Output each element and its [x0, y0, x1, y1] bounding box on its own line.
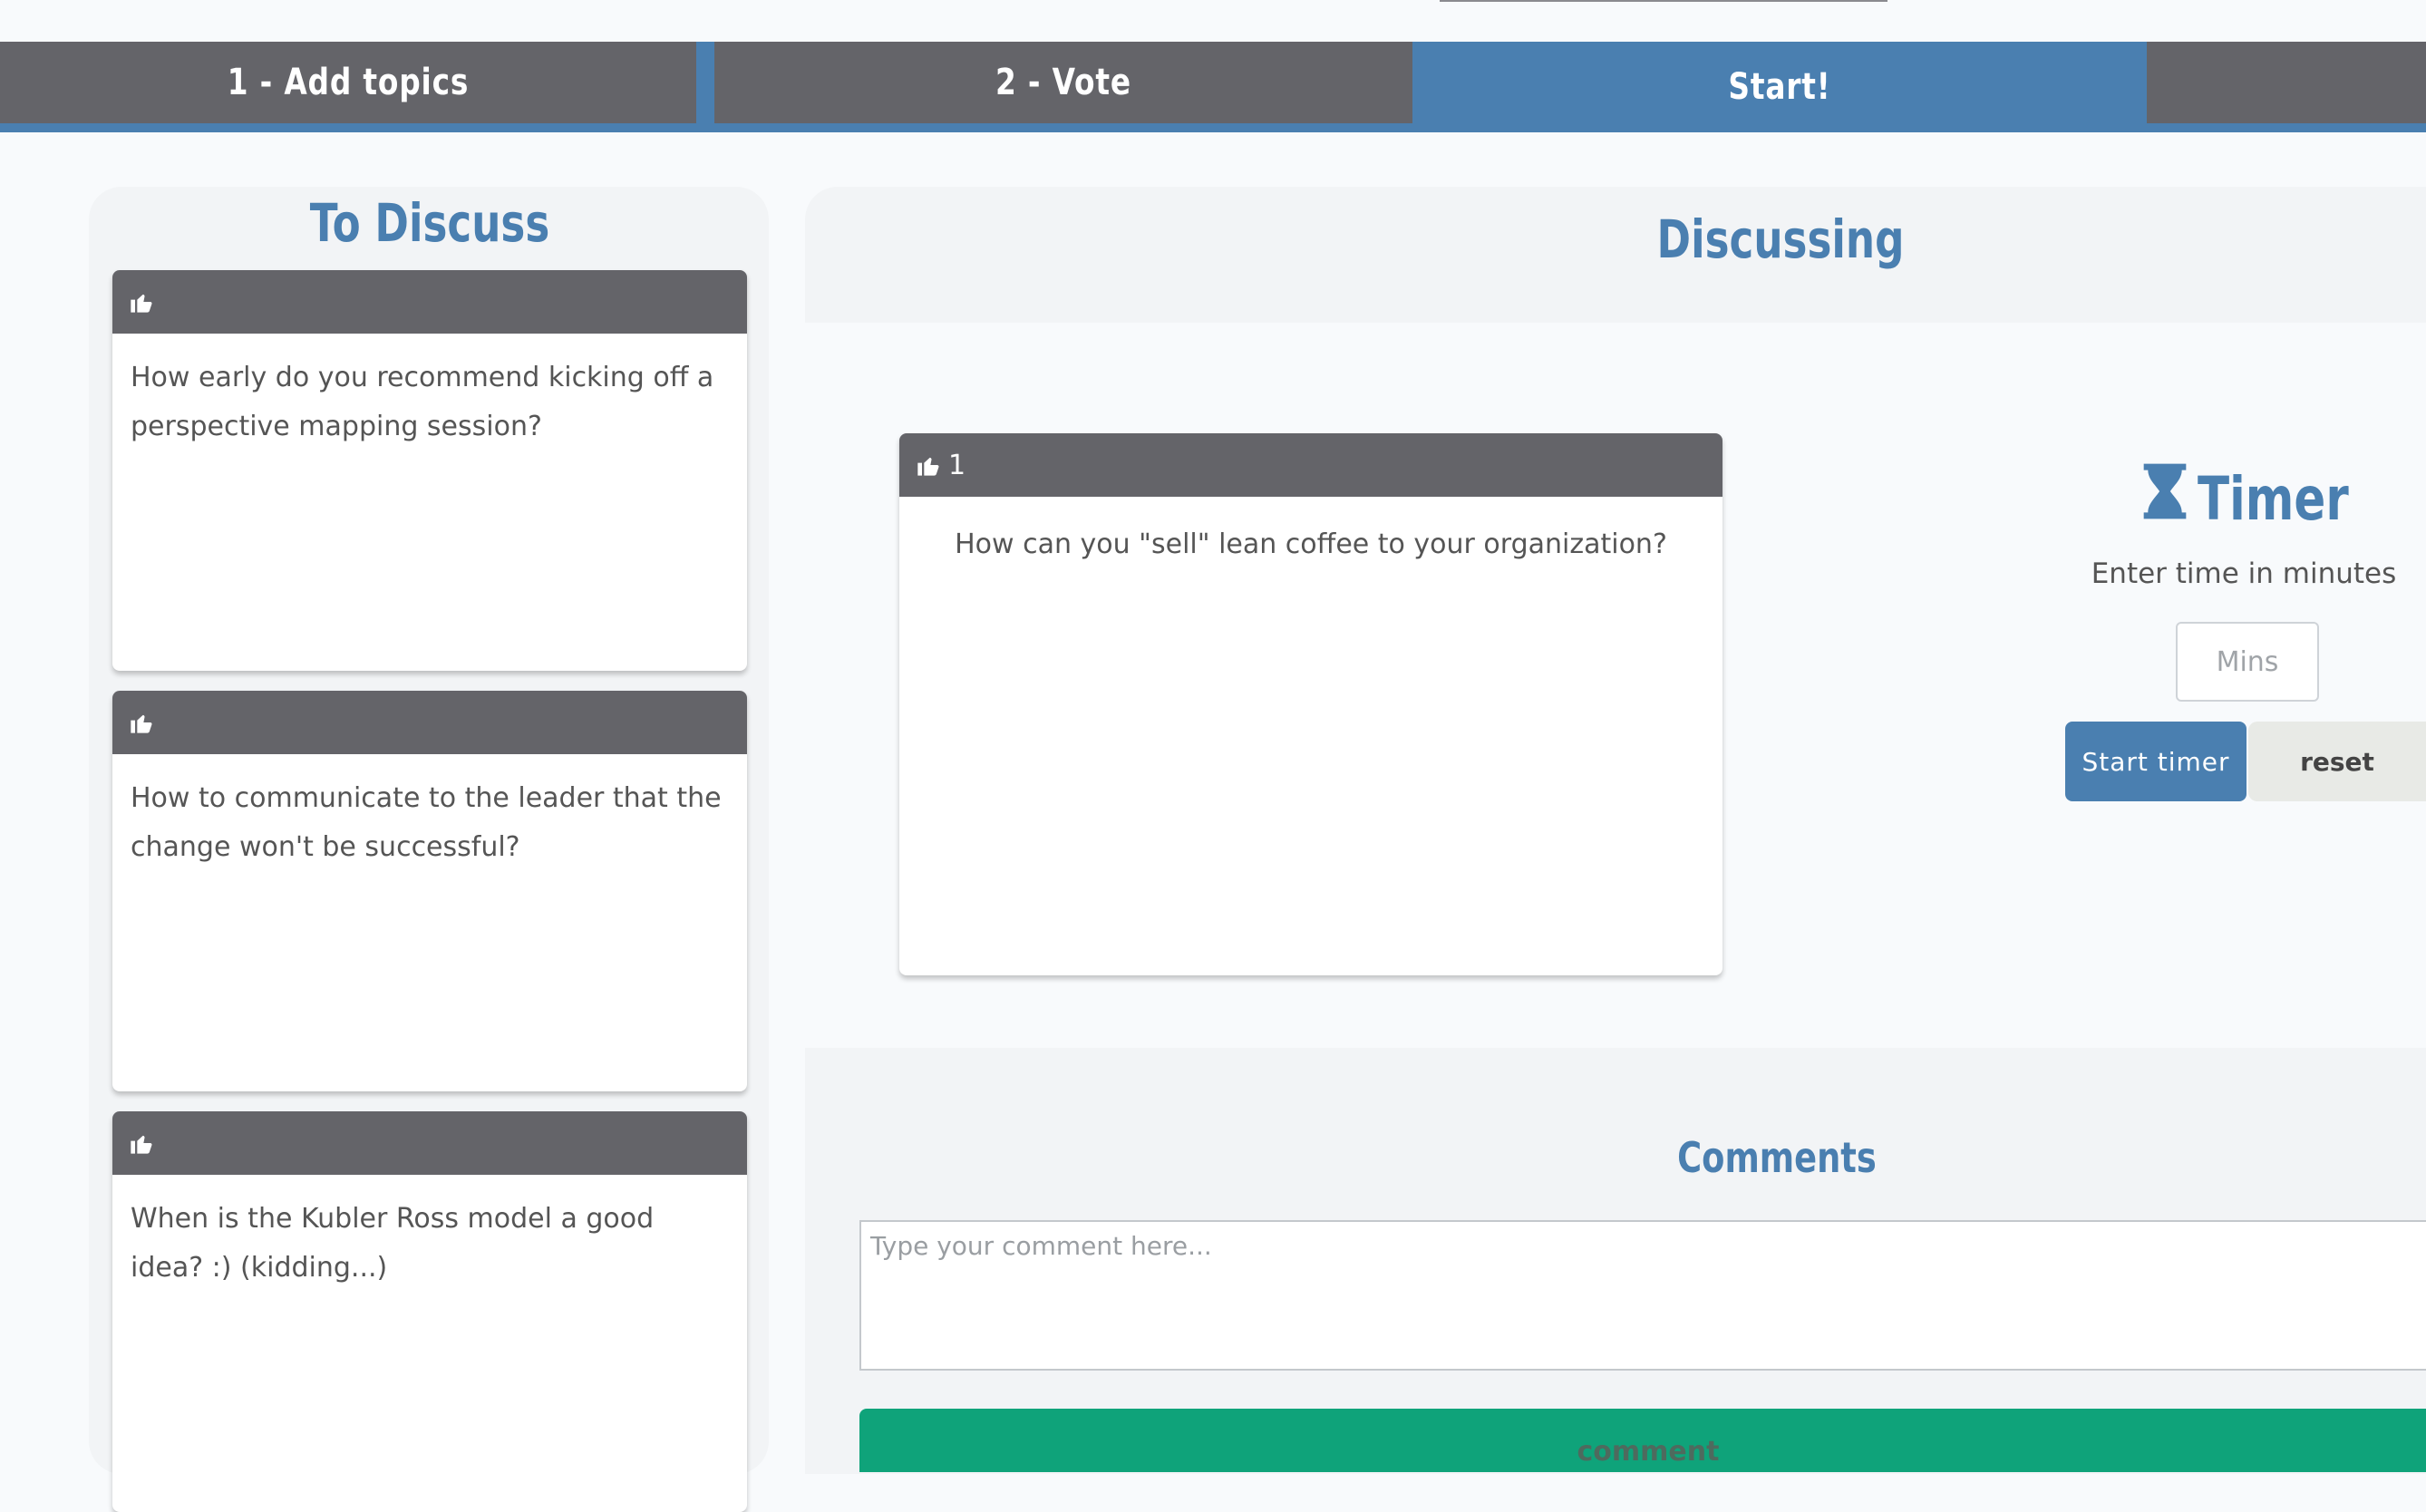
vote-count: 1: [948, 449, 966, 481]
topic-card-text: How to communicate to the leader that th…: [131, 782, 722, 863]
thumbs-up-icon[interactable]: [916, 452, 941, 478]
tab-extra-bg: [2147, 42, 2426, 123]
hourglass-icon: [2140, 461, 2190, 536]
thumbs-up-icon[interactable]: [129, 1130, 154, 1156]
tab-start[interactable]: Start!: [1479, 42, 2081, 132]
topic-card-header: [112, 691, 747, 754]
topic-card-header: [112, 1111, 747, 1175]
topic-card-header: [112, 270, 747, 334]
thumbs-up-icon[interactable]: [129, 289, 154, 315]
topic-card[interactable]: How early do you recommend kicking off a…: [112, 270, 747, 671]
timer-minutes-input[interactable]: [2176, 622, 2319, 702]
current-topic-text: How can you "sell" lean coffee to your o…: [955, 528, 1667, 560]
comments-title: Comments: [1677, 1133, 1877, 1182]
top-indicator: [1440, 0, 1887, 2]
thumbs-up-icon[interactable]: [129, 710, 154, 735]
timer-title: Timer: [2198, 463, 2349, 534]
start-timer-button[interactable]: Start timer: [2065, 722, 2246, 801]
topic-card-text: How early do you recommend kicking off a…: [131, 362, 714, 442]
topic-card[interactable]: How to communicate to the leader that th…: [112, 691, 747, 1091]
current-topic-header: 1: [899, 433, 1722, 497]
tab-add-topics[interactable]: 1 - Add topics: [63, 42, 634, 123]
comment-input[interactable]: [859, 1220, 2426, 1371]
topic-card-text: When is the Kubler Ross model a good ide…: [131, 1203, 655, 1284]
top-strip: [0, 0, 2426, 42]
timer-heading: Timer: [2140, 458, 2392, 539]
step-tabbar: 1 - Add topics 2 - Vote Start!: [0, 42, 2426, 132]
tab-vote[interactable]: 2 - Vote: [777, 42, 1349, 123]
timer-hint: Enter time in minutes: [2091, 557, 2397, 590]
reset-timer-button[interactable]: reset: [2248, 722, 2426, 801]
discussing-title: Discussing: [1656, 208, 1905, 270]
current-topic-card[interactable]: 1 How can you "sell" lean coffee to your…: [899, 433, 1722, 975]
to-discuss-title: To Discuss: [309, 192, 550, 254]
comment-button[interactable]: comment: [859, 1409, 2426, 1472]
